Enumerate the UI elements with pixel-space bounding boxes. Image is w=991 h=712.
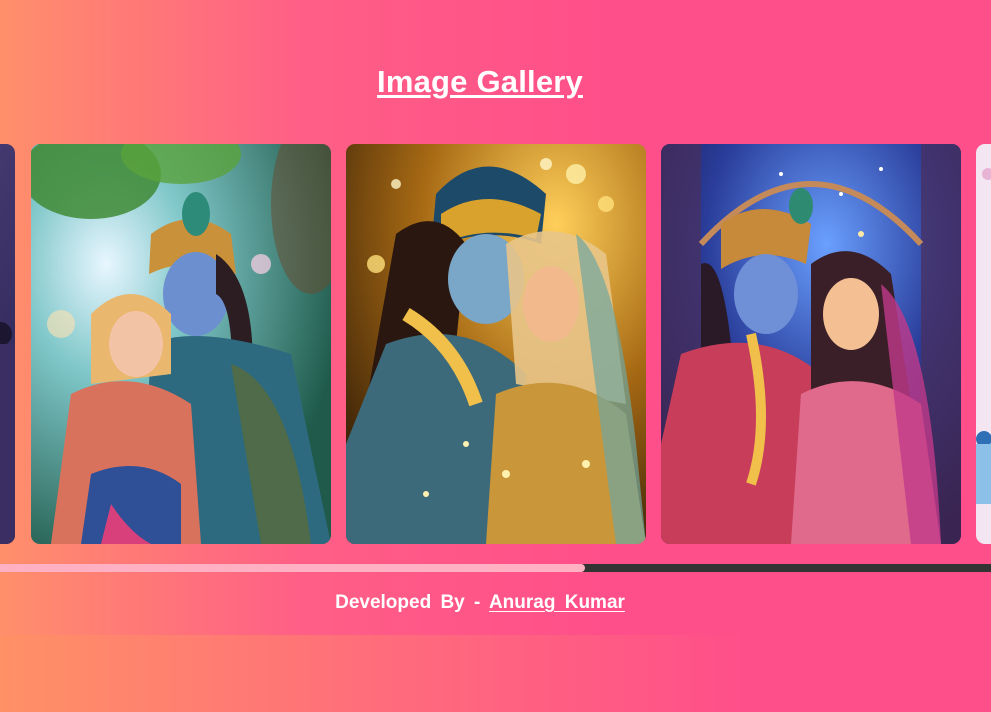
- image-gallery-scroller[interactable]: [0, 143, 991, 545]
- gallery-image-krishna-radha-garden[interactable]: [31, 144, 331, 544]
- gallery-image-previous-partial[interactable]: [0, 144, 15, 544]
- page-bottom-gradient: [0, 635, 991, 712]
- footer-credit-prefix: Developed By -: [335, 592, 481, 613]
- gallery-scrollbar[interactable]: [0, 564, 991, 572]
- page-title: Image Gallery: [377, 64, 583, 99]
- gallery-image-krishna-radha-starry-palace[interactable]: [661, 144, 961, 544]
- gallery-scrollbar-thumb[interactable]: [0, 564, 585, 572]
- author-link[interactable]: Anurag Kumar: [489, 592, 625, 613]
- footer-credit: Developed By - Anurag Kumar: [0, 592, 960, 614]
- gallery-image-krishna-radha-golden-lights[interactable]: [346, 144, 646, 544]
- gallery-image-next-partial[interactable]: [976, 144, 991, 544]
